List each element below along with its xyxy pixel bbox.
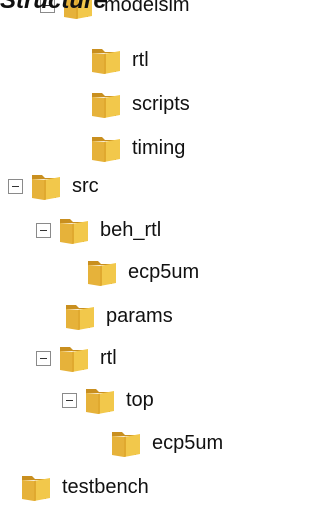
tree-item-label: params: [106, 305, 173, 327]
tree-item-label: ecp5um: [152, 432, 224, 454]
collapse-toggle-icon[interactable]: [62, 392, 77, 408]
tree-item-label: testbench: [62, 476, 149, 498]
tree-item-modelsim-rtl[interactable]: rtl: [90, 40, 149, 80]
tree-item-beh-rtl[interactable]: beh_rtl: [36, 210, 161, 250]
folder-icon: [92, 137, 120, 162]
tree-item-params[interactable]: params: [64, 296, 173, 336]
tree-item-label: rtl: [132, 49, 149, 71]
tree-item-label: beh_rtl: [100, 219, 162, 241]
tree-item-modelsim-timing[interactable]: timing: [90, 128, 185, 168]
tree-item-top[interactable]: top: [62, 380, 154, 420]
folder-icon: [92, 93, 120, 118]
folder-icon: [32, 175, 60, 200]
folder-icon: [60, 219, 88, 244]
folder-icon: [22, 476, 50, 501]
tree-item-label: scripts: [132, 93, 190, 115]
tree-item-label: rtl: [100, 347, 117, 369]
folder-tree: modelsim rtl scripts timing src beh_rtl …: [0, 0, 240, 508]
tree-item-label: top: [126, 389, 154, 411]
tree-item-label: modelsim: [104, 0, 190, 16]
folder-icon: [112, 432, 140, 457]
folder-icon: [66, 305, 94, 330]
tree-item-src-rtl[interactable]: rtl: [36, 338, 117, 378]
collapse-toggle-icon[interactable]: [36, 222, 51, 238]
collapse-toggle-icon[interactable]: [36, 350, 51, 366]
tree-item-testbench[interactable]: testbench: [20, 467, 149, 507]
tree-item-label: ecp5um: [128, 261, 200, 283]
folder-icon: [92, 49, 120, 74]
tree-item-beh-rtl-ecp5um[interactable]: ecp5um: [86, 252, 199, 292]
tree-item-label: timing: [132, 137, 186, 159]
tree-item-label: src: [72, 175, 99, 197]
tree-item-modelsim-scripts[interactable]: scripts: [90, 84, 190, 124]
folder-icon: [86, 389, 114, 414]
folder-icon: [60, 347, 88, 372]
folder-icon: [88, 261, 116, 286]
tree-item-top-ecp5um[interactable]: ecp5um: [110, 423, 223, 463]
tree-item-src[interactable]: src: [8, 166, 99, 206]
section-heading: Structure: [0, 0, 107, 14]
collapse-toggle-icon[interactable]: [8, 178, 23, 194]
